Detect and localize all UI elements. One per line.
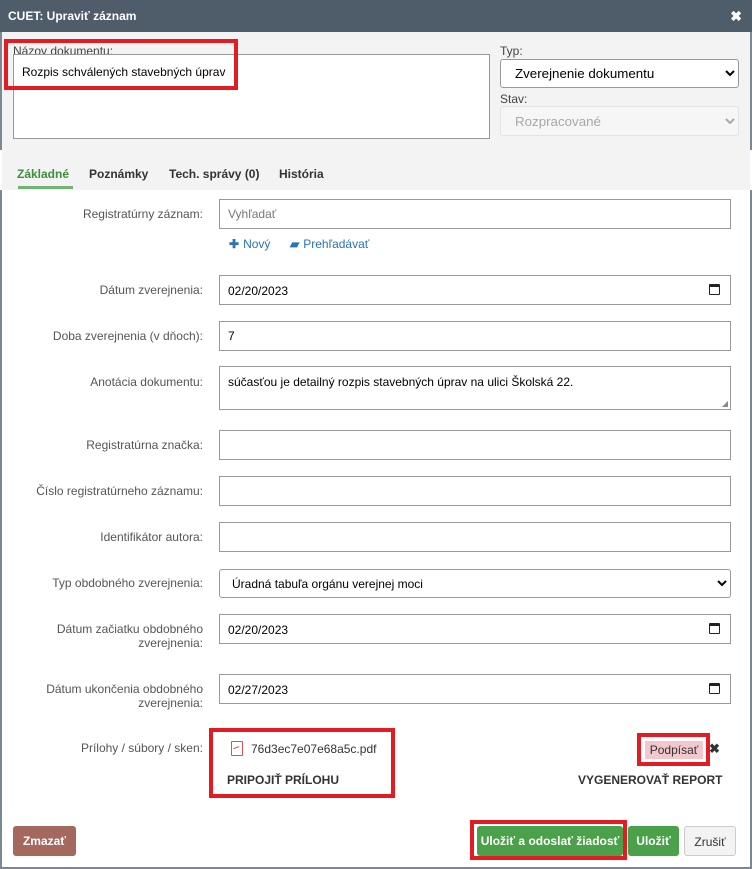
author-id-label: Identifikátor autora: [100, 530, 203, 544]
tab-zakladne[interactable]: Základné [17, 167, 69, 181]
active-tab-indicator [18, 186, 73, 189]
highlight-box-save-send [470, 820, 627, 860]
similar-end-label: Dátum ukončenia obdobného zverejnenia: [46, 682, 203, 710]
highlight-box-document-name [4, 39, 238, 90]
publish-days-input[interactable] [219, 321, 731, 351]
calendar-icon[interactable] [709, 683, 720, 694]
cancel-button[interactable]: Zrušiť [684, 826, 736, 856]
registry-record-search-input[interactable] [219, 199, 731, 229]
registry-record-label: Registratúrny záznam: [82, 207, 203, 221]
dialog-title: CUET: Upraviť záznam [8, 9, 137, 23]
resize-grip-icon[interactable]: ◢ [722, 399, 728, 408]
annotation-textarea[interactable]: súčasťou je detailný rozpis stavebných ú… [219, 366, 731, 410]
annotation-label: Anotácia dokumentu: [90, 375, 203, 389]
tab-historia[interactable]: História [279, 167, 324, 181]
tab-bar: Základné Poznámky Tech. správy (0) Histó… [2, 150, 750, 190]
similar-type-select[interactable]: Úradná tabuľa orgánu verejnej moci [219, 569, 731, 598]
type-label: Typ: [500, 44, 523, 58]
generate-report-button[interactable]: VYGENEROVAŤ REPORT [578, 773, 722, 787]
remove-attachment-icon[interactable]: ✖ [709, 741, 720, 757]
type-select[interactable]: Zverejnenie dokumentu [500, 59, 739, 88]
registry-number-input[interactable] [219, 476, 731, 506]
save-button[interactable]: Uložiť [628, 826, 679, 856]
similar-start-date-value: 02/20/2023 [228, 623, 289, 637]
calendar-icon[interactable] [709, 284, 720, 295]
delete-button[interactable]: Zmazať [13, 826, 76, 856]
state-label: Stav: [500, 92, 528, 106]
dialog-titlebar: CUET: Upraviť záznam ✖ [0, 0, 752, 32]
plus-icon: ✚ [229, 237, 240, 251]
author-id-input[interactable] [219, 522, 731, 552]
state-select[interactable]: Rozpracované [500, 106, 739, 136]
registry-number-label: Číslo registratúrneho záznamu: [36, 484, 203, 498]
annotation-value: súčasťou je detailný rozpis stavebných ú… [228, 375, 574, 389]
publish-date-label: Dátum zverejnenia: [99, 283, 203, 297]
highlight-box-attachments [209, 728, 395, 798]
browse-link[interactable]: ▰ Prehľadávať [290, 237, 369, 251]
highlight-box-sign [637, 733, 710, 766]
publish-days-label: Doba zverejnenia (v dňoch): [52, 329, 203, 343]
similar-end-date-value: 02/27/2023 [228, 683, 289, 697]
similar-start-label: Dátum začiatku obdobného zverejnenia: [56, 622, 203, 650]
publish-date-input[interactable]: 02/20/2023 [219, 275, 731, 305]
similar-end-date-input[interactable]: 02/27/2023 [219, 674, 731, 704]
attachments-label: Prílohy / súbory / sken: [80, 741, 203, 755]
registry-mark-input[interactable] [219, 430, 731, 460]
publish-date-value: 02/20/2023 [228, 284, 289, 298]
browse-label: Prehľadávať [303, 237, 370, 251]
tab-tech-spravy[interactable]: Tech. správy (0) [169, 167, 259, 181]
new-record-link[interactable]: ✚ Nový [229, 237, 270, 251]
new-record-label: Nový [243, 237, 271, 251]
close-icon[interactable]: ✖ [730, 8, 742, 25]
calendar-icon[interactable] [709, 623, 720, 634]
tab-poznamky[interactable]: Poznámky [89, 167, 148, 181]
registry-mark-label: Registratúrna značka: [86, 438, 203, 452]
folder-open-icon: ▰ [290, 237, 300, 251]
similar-start-date-input[interactable]: 02/20/2023 [219, 614, 731, 644]
similar-type-label: Typ obdobného zverejnenia: [52, 576, 203, 590]
